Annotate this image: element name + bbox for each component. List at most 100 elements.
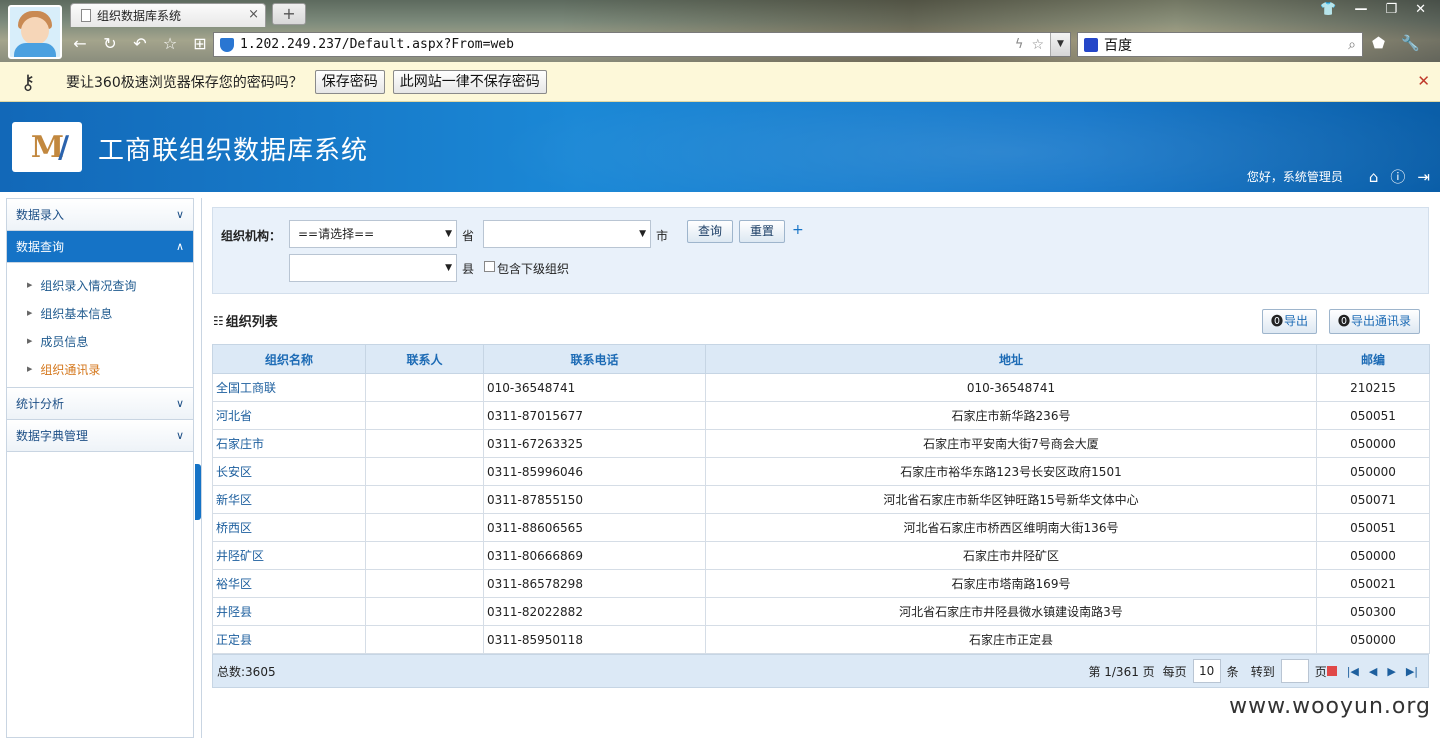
table-row[interactable]: 河北省 0311-87015677 石家庄市新华路236号 050051 xyxy=(212,401,1430,430)
address-dropdown-icon[interactable]: ▼ xyxy=(1050,33,1070,56)
close-window-icon[interactable]: ✕ xyxy=(1415,2,1426,17)
address-bar[interactable]: 1.202.249.237/Default.aspx?From=web ϟ ☆ … xyxy=(213,32,1071,57)
cell-org-name[interactable]: 井陉县 xyxy=(212,597,366,626)
table-row[interactable]: 正定县 0311-85950118 石家庄市正定县 050000 xyxy=(212,625,1430,654)
search-box[interactable]: 百度 ⌕ xyxy=(1077,32,1363,57)
last-page-icon[interactable]: ▶| xyxy=(1406,665,1418,678)
first-page-icon[interactable]: |◀ xyxy=(1347,665,1359,678)
add-icon[interactable]: + xyxy=(792,222,804,238)
cell-org-name[interactable]: 新华区 xyxy=(212,485,366,514)
table-row[interactable]: 桥西区 0311-88606565 河北省石家庄市桥西区维明南大街136号 05005… xyxy=(212,513,1430,542)
table-row[interactable]: 裕华区 0311-86578298 石家庄市塔南路169号 050021 xyxy=(212,569,1430,598)
minimize-icon[interactable]: — xyxy=(1354,2,1367,17)
next-page-icon[interactable]: ▶ xyxy=(1387,665,1395,678)
col-header-zip[interactable]: 邮编 xyxy=(1316,344,1430,374)
search-icon[interactable]: ⌕ xyxy=(1348,37,1356,53)
go-icon[interactable] xyxy=(1326,666,1337,676)
cell-org-name[interactable]: 桥西区 xyxy=(212,513,366,542)
export-contacts-button[interactable]: ⓿导出通讯录 xyxy=(1329,309,1421,334)
goto-unit: 页 xyxy=(1314,664,1327,679)
goto-page-input[interactable] xyxy=(1280,659,1309,683)
sidebar-collapse-handle[interactable] xyxy=(195,464,201,520)
cell-contact xyxy=(365,373,484,402)
sidebar-item-label: 成员信息 xyxy=(40,334,89,349)
export-button[interactable]: ⓿导出 xyxy=(1262,309,1318,334)
skin-icon[interactable]: 👕 xyxy=(1320,2,1336,17)
cell-org-name[interactable]: 全国工商联 xyxy=(212,373,366,402)
cell-contact xyxy=(365,541,484,570)
col-header-phone[interactable]: 联系电话 xyxy=(483,344,706,374)
cell-zip: 050300 xyxy=(1316,597,1430,626)
cell-org-name[interactable]: 裕华区 xyxy=(212,569,366,598)
city-select[interactable]: ▼ xyxy=(483,220,651,248)
browser-tab[interactable]: 组织数据库系统 × xyxy=(70,3,266,27)
extension-icon[interactable]: ⬟ xyxy=(1372,34,1385,52)
maximize-icon[interactable]: ❐ xyxy=(1385,2,1397,17)
table-row[interactable]: 全国工商联 010-36548741 010-36548741 210215 xyxy=(212,373,1430,402)
close-icon[interactable]: ✕ xyxy=(1417,72,1430,90)
refresh-icon[interactable]: ↻ xyxy=(100,34,120,53)
never-save-password-button[interactable]: 此网站一律不保存密码 xyxy=(392,69,547,94)
table-row[interactable]: 长安区 0311-85996046 石家庄市裕华东路123号长安区政府1501 050… xyxy=(212,457,1430,486)
cell-address: 河北省石家庄市新华区钟旺路15号新华文体中心 xyxy=(705,485,1317,514)
undo-icon[interactable]: ↶ xyxy=(130,34,150,53)
menu-label: 统计分析 xyxy=(16,397,65,411)
province-select[interactable]: ==请选择== ▼ xyxy=(289,220,457,248)
menu-data-entry[interactable]: 数据录入 ∨ xyxy=(7,199,193,231)
logout-icon[interactable]: ⇥ xyxy=(1417,168,1430,186)
user-avatar[interactable] xyxy=(8,5,62,59)
reset-button[interactable]: 重置 xyxy=(739,220,786,243)
cell-address: 石家庄市井陉矿区 xyxy=(705,541,1317,570)
include-sub-checkbox[interactable] xyxy=(484,261,495,272)
wrench-icon[interactable]: 🔧 xyxy=(1401,34,1420,52)
favorite-icon[interactable]: ☆ xyxy=(160,34,180,53)
url-text[interactable]: 1.202.249.237/Default.aspx?From=web xyxy=(240,37,1015,52)
table-row[interactable]: 井陉县 0311-82022882 河北省石家庄市井陉县微水镇建设南路3号 05030… xyxy=(212,597,1430,626)
home-icon[interactable]: ⌂ xyxy=(1369,168,1379,186)
new-tab-button[interactable]: + xyxy=(272,3,306,25)
list-title: ☷ 组织列表 xyxy=(213,311,278,331)
table-row[interactable]: 石家庄市 0311-67263325 石家庄市平安南大街7号商会大厦 050000 xyxy=(212,429,1430,458)
county-unit: 县 xyxy=(462,262,475,276)
include-sub-label: 包含下级组织 xyxy=(497,262,570,276)
cell-phone: 0311-80666869 xyxy=(483,541,706,570)
cell-org-name[interactable]: 长安区 xyxy=(212,457,366,486)
sidebar-item-member-info[interactable]: ▶ 成员信息 xyxy=(7,327,193,355)
per-page-input[interactable]: 10 xyxy=(1192,659,1221,683)
help-icon[interactable]: ⓘ xyxy=(1390,166,1405,187)
sidebar-item-entry-status[interactable]: ▶ 组织录入情况查询 xyxy=(7,271,193,299)
county-select[interactable]: ▼ xyxy=(289,254,457,282)
table-row[interactable]: 新华区 0311-87855150 河北省石家庄市新华区钟旺路15号新华文体中心 05… xyxy=(212,485,1430,514)
grid-icon[interactable]: ⊞ xyxy=(190,34,210,53)
col-header-address[interactable]: 地址 xyxy=(705,344,1317,374)
bookmark-star-icon[interactable]: ☆ xyxy=(1031,37,1044,53)
menu-dictionary[interactable]: 数据字典管理 ∨ xyxy=(7,420,193,452)
cell-org-name[interactable]: 正定县 xyxy=(212,625,366,654)
cell-phone: 0311-67263325 xyxy=(483,429,706,458)
tab-close-icon[interactable]: × xyxy=(248,7,259,22)
cell-org-name[interactable]: 河北省 xyxy=(212,401,366,430)
save-password-button[interactable]: 保存密码 xyxy=(314,69,385,94)
cell-org-name[interactable]: 石家庄市 xyxy=(212,429,366,458)
menu-data-query[interactable]: 数据查询 ∧ xyxy=(7,231,193,263)
cell-contact xyxy=(365,597,484,626)
table-row[interactable]: 井陉矿区 0311-80666869 石家庄市井陉矿区 050000 xyxy=(212,541,1430,570)
col-header-contact[interactable]: 联系人 xyxy=(365,344,484,374)
query-button[interactable]: 查询 xyxy=(687,220,734,243)
menu-statistics[interactable]: 统计分析 ∨ xyxy=(7,388,193,420)
app-title: 工商联组织数据库系统 xyxy=(98,136,369,166)
col-header-name[interactable]: 组织名称 xyxy=(212,344,366,374)
chevron-down-icon: ∨ xyxy=(175,397,184,410)
export-contacts-label: 导出通讯录 xyxy=(1351,314,1412,328)
key-icon: ⚷ xyxy=(20,69,36,94)
back-icon[interactable]: ← xyxy=(70,34,90,53)
province-select-value: ==请选择== xyxy=(298,227,375,241)
search-engine-name[interactable]: 百度 xyxy=(1104,35,1348,55)
sidebar-item-org-contacts[interactable]: ▶ 组织通讯录 xyxy=(7,355,193,383)
cell-org-name[interactable]: 井陉矿区 xyxy=(212,541,366,570)
sidebar-item-org-basic-info[interactable]: ▶ 组织基本信息 xyxy=(7,299,193,327)
prev-page-icon[interactable]: ◀ xyxy=(1369,665,1377,678)
cell-phone: 0311-86578298 xyxy=(483,569,706,598)
cell-address: 石家庄市裕华东路123号长安区政府1501 xyxy=(705,457,1317,486)
lightning-icon[interactable]: ϟ xyxy=(1015,37,1024,52)
